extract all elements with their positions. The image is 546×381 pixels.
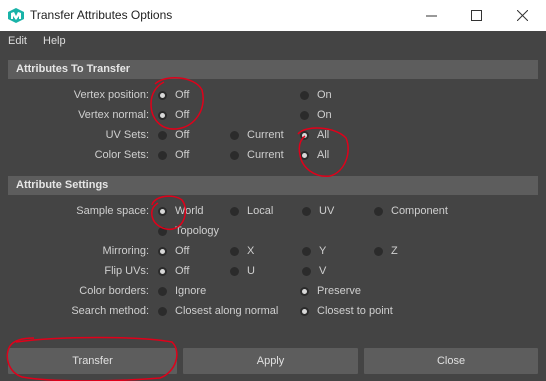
- row-label-flip-uvs: Flip UVs:: [104, 265, 149, 277]
- option-label: All: [317, 149, 330, 161]
- option-label: Off: [175, 245, 190, 257]
- option-label: Off: [175, 129, 190, 141]
- option-label: Ignore: [175, 285, 207, 297]
- radio-mirroring-y[interactable]: [302, 247, 311, 256]
- option-label: UV: [319, 205, 335, 217]
- option-label: Local: [247, 205, 274, 217]
- option-label: Y: [319, 245, 327, 257]
- option-label: Preserve: [317, 285, 362, 297]
- minimize-icon: [425, 15, 437, 17]
- option-label: U: [247, 265, 255, 277]
- menu-edit[interactable]: Edit: [8, 35, 27, 47]
- maximize-button[interactable]: [453, 0, 499, 31]
- option-label: Off: [175, 265, 190, 277]
- row-label-vertex-position: Vertex position:: [73, 89, 149, 101]
- radio-uv-sets-current[interactable]: [230, 131, 239, 140]
- radio-search-method-closest-along-normal[interactable]: [158, 307, 167, 316]
- maya-app-icon: [8, 8, 24, 23]
- radio-flip-uvs-off[interactable]: [158, 267, 167, 276]
- option-label: Current: [247, 149, 284, 161]
- radio-mirroring-off[interactable]: [158, 247, 167, 256]
- option-label: Off: [175, 89, 190, 101]
- close-icon: [516, 10, 528, 21]
- radio-color-sets-off[interactable]: [158, 151, 167, 160]
- radio-color-sets-all[interactable]: [300, 151, 309, 160]
- radio-vertex-position-off[interactable]: [158, 91, 167, 100]
- radio-sample-space-component[interactable]: [374, 207, 383, 216]
- apply-button[interactable]: Apply: [183, 348, 358, 374]
- option-label: V: [319, 265, 327, 277]
- radio-flip-uvs-u[interactable]: [230, 267, 239, 276]
- radio-search-method-closest-to-point[interactable]: [300, 307, 309, 316]
- radio-sample-space-world[interactable]: [158, 207, 167, 216]
- menu-help[interactable]: Help: [43, 35, 66, 47]
- radio-sample-space-local[interactable]: [230, 207, 239, 216]
- row-label-uv-sets: UV Sets:: [105, 129, 149, 141]
- menu-bar: Edit Help: [0, 31, 546, 53]
- section-header-attributes-to-transfer[interactable]: Attributes To Transfer: [8, 60, 538, 79]
- row-label-mirroring: Mirroring:: [102, 245, 149, 257]
- window-title: Transfer Attributes Options: [30, 8, 173, 22]
- radio-flip-uvs-v[interactable]: [302, 267, 311, 276]
- option-label: X: [247, 245, 255, 257]
- radio-mirroring-x[interactable]: [230, 247, 239, 256]
- radio-vertex-normal-on[interactable]: [300, 111, 309, 120]
- radio-sample-space-topology[interactable]: [158, 227, 167, 236]
- option-label: World: [175, 205, 204, 217]
- option-label: All: [317, 129, 330, 141]
- radio-vertex-position-on[interactable]: [300, 91, 309, 100]
- radio-vertex-normal-off[interactable]: [158, 111, 167, 120]
- radio-uv-sets-off[interactable]: [158, 131, 167, 140]
- option-label: Closest along normal: [175, 305, 279, 317]
- radio-mirroring-z[interactable]: [374, 247, 383, 256]
- close-button[interactable]: Close: [364, 348, 538, 374]
- row-label-color-sets: Color Sets:: [94, 149, 149, 161]
- radio-color-sets-current[interactable]: [230, 151, 239, 160]
- radio-sample-space-uv[interactable]: [302, 207, 311, 216]
- title-bar: Transfer Attributes Options: [0, 0, 546, 31]
- option-label: Off: [175, 149, 190, 161]
- minimize-button[interactable]: [408, 0, 454, 31]
- option-label: Z: [391, 245, 398, 257]
- option-label: Current: [247, 129, 284, 141]
- option-label: Topology: [175, 225, 220, 237]
- option-label: Off: [175, 109, 190, 121]
- option-label: On: [317, 89, 332, 101]
- transfer-button[interactable]: Transfer: [8, 348, 177, 374]
- row-label-sample-space: Sample space:: [76, 205, 149, 217]
- radio-uv-sets-all[interactable]: [300, 131, 309, 140]
- option-label: Closest to point: [317, 305, 393, 317]
- annotation-circle-vertex-off: [150, 77, 204, 130]
- radio-color-borders-preserve[interactable]: [300, 287, 309, 296]
- option-label: Component: [391, 205, 448, 217]
- row-label-vertex-normal: Vertex normal:: [78, 109, 149, 121]
- radio-color-borders-ignore[interactable]: [158, 287, 167, 296]
- option-label: On: [317, 109, 332, 121]
- close-window-button[interactable]: [499, 0, 545, 31]
- section-header-attribute-settings[interactable]: Attribute Settings: [8, 176, 538, 195]
- maximize-icon: [470, 10, 482, 21]
- row-label-color-borders: Color borders:: [79, 285, 149, 297]
- row-label-search-method: Search method:: [71, 305, 149, 317]
